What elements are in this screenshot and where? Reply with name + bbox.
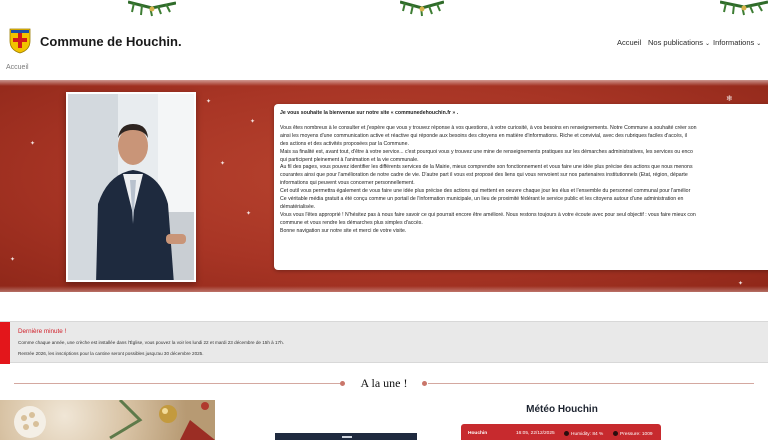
snowflake-icon: ✦ xyxy=(250,119,256,125)
pressure-icon xyxy=(613,431,618,436)
welcome-paragraph: Bonne navigation sur notre site et merci… xyxy=(280,227,407,234)
snowflake-icon: ✦ xyxy=(206,99,212,105)
welcome-paragraph: Ce véritable média gratuit a été conçu c… xyxy=(280,196,684,203)
mayor-portrait-image xyxy=(68,94,194,280)
weather-humidity: Humidity: 84 % xyxy=(564,431,603,437)
breadcrumb-bar xyxy=(0,62,768,74)
mayor-photo xyxy=(66,92,196,282)
welcome-paragraph: Mais sa finalité est, avant tout, d'être… xyxy=(280,148,693,155)
news-item: Comme chaque année, une crèche est insta… xyxy=(18,340,284,345)
breadcrumb[interactable]: Accueil xyxy=(6,64,29,71)
weather-pressure: Pressure: 1009 xyxy=(613,431,653,437)
page: Commune de Houchin. Accueil Nos publicat… xyxy=(0,0,768,440)
news-item: Rentrée 2026, les inscriptions pour la c… xyxy=(18,351,204,356)
welcome-paragraph: Cet outil vous permettra également de vo… xyxy=(280,188,691,195)
nav-item-informations[interactable]: Informations ⌄ xyxy=(713,38,761,47)
site-header: Commune de Houchin. Accueil Nos publicat… xyxy=(0,0,768,62)
nav-item-accueil[interactable]: Accueil xyxy=(617,38,641,47)
shield-logo-icon[interactable] xyxy=(9,28,31,54)
welcome-paragraph: Au fil des pages, vous pouvez identifier… xyxy=(280,164,693,171)
welcome-paragraph: ainsi les moyens d'une communication act… xyxy=(280,132,687,139)
snowflake-icon: ✦ xyxy=(220,161,226,167)
snowflake-icon: ❄ xyxy=(726,94,733,103)
news-accent-bar xyxy=(0,322,10,364)
welcome-paragraph: informations qui peuvent vous concerner … xyxy=(280,180,415,187)
featured-card-label xyxy=(342,436,352,438)
news-title: Dernière minute ! xyxy=(18,328,67,335)
nav-label[interactable]: Accueil xyxy=(617,38,641,47)
chevron-down-icon: ⌄ xyxy=(756,41,762,47)
nav-label[interactable]: Informations xyxy=(713,38,754,47)
pressure-value: Pressure: 1009 xyxy=(620,431,653,437)
garland-decoration xyxy=(720,0,768,16)
welcome-message-card: Je vous souhaite la bienvenue sur notre … xyxy=(274,104,768,270)
welcome-paragraph: qui participent pleinement à l'animation… xyxy=(280,156,419,163)
christmas-promo-image[interactable] xyxy=(0,400,215,440)
welcome-intro: Je vous souhaite la bienvenue sur notre … xyxy=(280,110,459,116)
humidity-value: Humidity: 84 % xyxy=(571,431,604,437)
weather-city: Houchin xyxy=(468,431,488,436)
chevron-down-icon: ⌄ xyxy=(705,41,711,47)
snowflake-icon: ✦ xyxy=(10,257,16,263)
welcome-paragraph: Vous êtes nombreux à le consulter et j'e… xyxy=(280,124,697,131)
section-title-a-la-une: A la une ! xyxy=(360,376,408,390)
humidity-icon xyxy=(564,431,569,436)
welcome-paragraph: commune et vous rendre les démarches plu… xyxy=(280,219,423,226)
christmas-decor-image xyxy=(14,400,215,440)
welcome-paragraph: Vous vous l'êtes approprié ! N'hésitez p… xyxy=(280,211,696,218)
snowflake-icon: ✦ xyxy=(738,281,744,287)
garland-decoration xyxy=(400,0,444,17)
nav-item-publications[interactable]: Nos publications ⌄ xyxy=(648,38,710,47)
site-title[interactable]: Commune de Houchin. xyxy=(40,34,182,49)
nav-label[interactable]: Nos publications xyxy=(648,38,703,47)
hero-fade xyxy=(0,74,768,86)
snowflake-icon: ✦ xyxy=(30,141,36,147)
welcome-paragraph: courantes ainsi que pour l'amélioration … xyxy=(280,172,688,179)
weather-title: Météo Houchin xyxy=(526,404,598,415)
news-banner: Dernière minute ! Comme chaque année, un… xyxy=(0,321,768,364)
garland-decoration xyxy=(128,0,176,17)
snowflake-icon: ✦ xyxy=(246,211,252,217)
welcome-paragraph: des actions et des activités proposées p… xyxy=(280,140,409,147)
hero-fade xyxy=(0,286,768,304)
weather-datetime: 16:05, 22/12/2025 xyxy=(516,431,555,436)
welcome-paragraph: dématérialisée. xyxy=(280,203,316,210)
